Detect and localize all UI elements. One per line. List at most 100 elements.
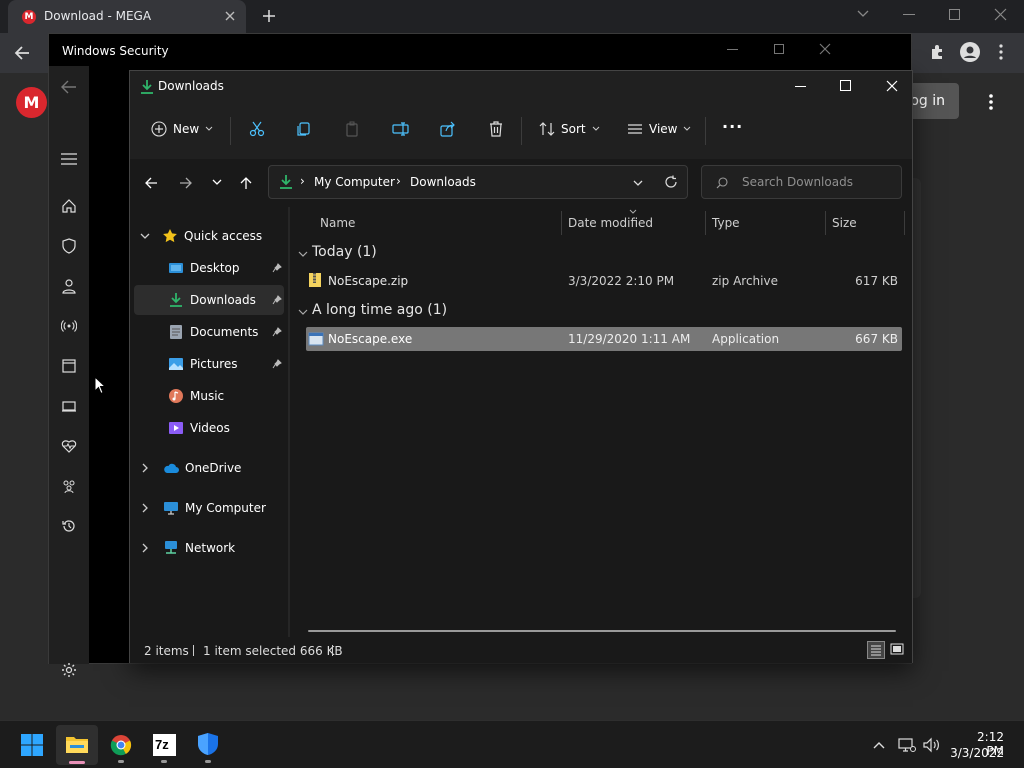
- menu-dots-icon[interactable]: [999, 44, 1003, 60]
- chevron-down-icon: [592, 126, 599, 131]
- close-tab-icon[interactable]: [224, 10, 236, 22]
- shield-icon[interactable]: [61, 238, 77, 254]
- tiles-view-icon[interactable]: [889, 641, 907, 659]
- active-app-indicator: [69, 761, 85, 764]
- tab-search-icon[interactable]: [857, 10, 869, 18]
- browser-tab[interactable]: M Download - MEGA: [8, 0, 246, 33]
- nav-item-downloads[interactable]: Downloads: [134, 285, 284, 315]
- chrome-icon[interactable]: [110, 734, 132, 763]
- delete-icon[interactable]: [488, 121, 504, 137]
- explorer-close-icon[interactable]: [886, 80, 898, 92]
- view-button[interactable]: View: [627, 121, 691, 137]
- column-name[interactable]: Name: [320, 216, 355, 230]
- address-bar[interactable]: › My Computer › Downloads: [268, 165, 688, 199]
- search-input[interactable]: Search Downloads: [701, 165, 902, 199]
- breadcrumb-separator: ›: [300, 174, 305, 188]
- wireless-icon[interactable]: [61, 318, 77, 334]
- mega-logo[interactable]: M: [16, 87, 47, 118]
- explorer-minimize-icon[interactable]: [795, 86, 806, 87]
- paste-icon[interactable]: [344, 121, 360, 137]
- horizontal-scrollbar[interactable]: [308, 630, 896, 632]
- column-date-modified[interactable]: Date modified: [568, 216, 653, 230]
- clock-date[interactable]: 3/3/2022: [948, 746, 1004, 760]
- taskbar-file-explorer[interactable]: [56, 725, 98, 765]
- file-row-selected[interactable]: NoEscape.exe 11/29/2020 1:11 AM Applicat…: [306, 327, 902, 351]
- heart-pulse-icon[interactable]: [61, 438, 77, 454]
- network-tray-icon[interactable]: [898, 737, 916, 753]
- file-type: Application: [712, 332, 780, 346]
- explorer-command-bar: New Sort View ···: [130, 103, 912, 159]
- recent-locations-icon[interactable]: [212, 179, 222, 186]
- group-label: Today (1): [312, 244, 377, 260]
- refresh-icon[interactable]: [664, 175, 678, 189]
- back-arrow-icon[interactable]: [14, 45, 30, 61]
- more-options-icon[interactable]: ···: [722, 117, 743, 136]
- column-divider[interactable]: [561, 211, 562, 235]
- application-icon: [308, 332, 324, 346]
- copy-icon[interactable]: [296, 121, 312, 137]
- laptop-icon[interactable]: [61, 398, 77, 414]
- chevron-right-icon: [142, 503, 148, 513]
- extensions-puzzle-icon[interactable]: [930, 44, 946, 60]
- breadcrumb-my-computer[interactable]: My Computer: [314, 175, 395, 189]
- address-history-icon[interactable]: [633, 180, 643, 187]
- column-size[interactable]: Size: [832, 216, 857, 230]
- details-view-icon[interactable]: [867, 641, 885, 659]
- nav-network[interactable]: Network: [134, 533, 284, 563]
- sevenzip-icon[interactable]: 7z: [153, 734, 176, 763]
- new-button[interactable]: New: [151, 121, 213, 137]
- profile-avatar-icon[interactable]: [960, 42, 980, 62]
- app-browser-icon[interactable]: [61, 358, 77, 374]
- back-arrow-icon[interactable]: [144, 176, 158, 190]
- close-window-icon[interactable]: [994, 8, 1007, 21]
- running-app-indicator: [161, 760, 167, 763]
- column-divider[interactable]: [705, 211, 706, 235]
- family-icon[interactable]: [61, 478, 77, 494]
- start-windows-icon[interactable]: [21, 734, 43, 756]
- forward-arrow-icon[interactable]: [179, 176, 193, 190]
- group-header-long-ago[interactable]: A long time ago (1): [298, 301, 898, 323]
- nav-onedrive[interactable]: OneDrive: [134, 453, 284, 483]
- nav-item-documents[interactable]: Documents: [134, 317, 284, 347]
- restore-icon[interactable]: [949, 9, 960, 20]
- column-divider[interactable]: [825, 211, 826, 235]
- onedrive-cloud-icon: [164, 463, 179, 473]
- explorer-maximize-icon[interactable]: [840, 80, 851, 91]
- up-arrow-icon[interactable]: [239, 176, 253, 190]
- tray-chevron-up-icon[interactable]: [873, 741, 885, 749]
- rename-icon[interactable]: [392, 121, 410, 137]
- ws-minimize-icon[interactable]: [727, 49, 738, 50]
- chevron-down-icon: [205, 126, 213, 131]
- file-row[interactable]: NoEscape.zip 3/3/2022 2:10 PM zip Archiv…: [306, 269, 902, 293]
- group-header-today[interactable]: Today (1): [298, 243, 898, 265]
- mega-favicon: M: [22, 10, 36, 24]
- volume-icon[interactable]: [922, 737, 940, 753]
- ws-close-icon[interactable]: [819, 43, 831, 55]
- nav-item-desktop[interactable]: Desktop: [134, 253, 284, 283]
- person-icon[interactable]: [61, 278, 77, 294]
- minimize-icon[interactable]: [903, 14, 915, 15]
- ws-maximize-icon[interactable]: [774, 44, 784, 54]
- windows-security-shield-icon[interactable]: [197, 732, 219, 763]
- column-type[interactable]: Type: [712, 216, 740, 230]
- nav-item-videos[interactable]: Videos: [134, 413, 284, 443]
- history-icon[interactable]: [61, 518, 77, 534]
- sort-button[interactable]: Sort: [539, 121, 600, 137]
- mega-menu-icon[interactable]: [989, 94, 993, 110]
- browser-tab-title: Download - MEGA: [44, 9, 152, 23]
- chevron-right-icon: [142, 543, 148, 553]
- share-icon[interactable]: [440, 121, 456, 137]
- nav-item-pictures[interactable]: Pictures: [134, 349, 284, 379]
- nav-item-music[interactable]: Music: [134, 381, 284, 411]
- new-tab-icon[interactable]: [262, 9, 276, 23]
- back-arrow-icon[interactable]: [61, 80, 77, 94]
- nav-quick-access[interactable]: Quick access: [134, 221, 284, 251]
- home-icon[interactable]: [61, 198, 77, 214]
- hamburger-icon[interactable]: [61, 153, 77, 165]
- cut-icon[interactable]: [249, 121, 265, 137]
- gear-icon[interactable]: [61, 662, 77, 678]
- view-list-icon: [628, 124, 642, 134]
- column-divider[interactable]: [904, 211, 905, 235]
- nav-my-computer[interactable]: My Computer: [134, 493, 284, 523]
- breadcrumb-downloads[interactable]: Downloads: [410, 175, 476, 189]
